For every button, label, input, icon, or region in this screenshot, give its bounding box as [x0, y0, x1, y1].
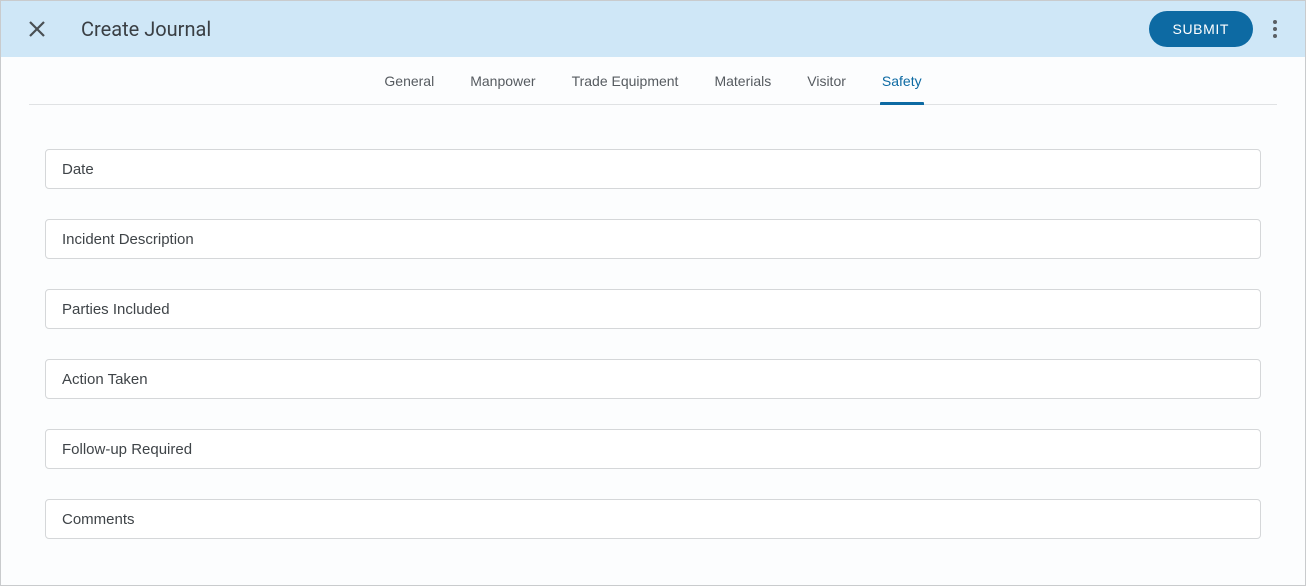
parties-included-field-wrapper: [45, 289, 1261, 329]
action-taken-field[interactable]: [46, 360, 1260, 398]
content-area: General Manpower Trade Equipment Materia…: [1, 57, 1305, 585]
follow-up-required-field-wrapper: [45, 429, 1261, 469]
tabs-bar: General Manpower Trade Equipment Materia…: [29, 57, 1277, 105]
page-title: Create Journal: [81, 17, 211, 41]
tab-general[interactable]: General: [382, 57, 436, 104]
safety-form: [29, 105, 1277, 539]
header-actions: SUBMIT: [1149, 11, 1290, 47]
close-icon: [28, 20, 46, 38]
incident-description-field[interactable]: [46, 220, 1260, 258]
tab-visitor[interactable]: Visitor: [805, 57, 848, 104]
close-button[interactable]: [25, 17, 49, 41]
submit-button[interactable]: SUBMIT: [1149, 11, 1254, 47]
action-taken-field-wrapper: [45, 359, 1261, 399]
date-field-wrapper: [45, 149, 1261, 189]
more-options-button[interactable]: [1261, 11, 1289, 47]
comments-field[interactable]: [46, 500, 1260, 538]
comments-field-wrapper: [45, 499, 1261, 539]
tab-trade-equipment[interactable]: Trade Equipment: [570, 57, 681, 104]
date-field[interactable]: [46, 150, 1260, 188]
header-bar: Create Journal SUBMIT: [1, 1, 1305, 57]
tab-materials[interactable]: Materials: [712, 57, 773, 104]
tab-manpower[interactable]: Manpower: [468, 57, 537, 104]
kebab-icon: [1273, 20, 1277, 38]
parties-included-field[interactable]: [46, 290, 1260, 328]
follow-up-required-field[interactable]: [46, 430, 1260, 468]
incident-description-field-wrapper: [45, 219, 1261, 259]
tab-safety[interactable]: Safety: [880, 57, 924, 104]
